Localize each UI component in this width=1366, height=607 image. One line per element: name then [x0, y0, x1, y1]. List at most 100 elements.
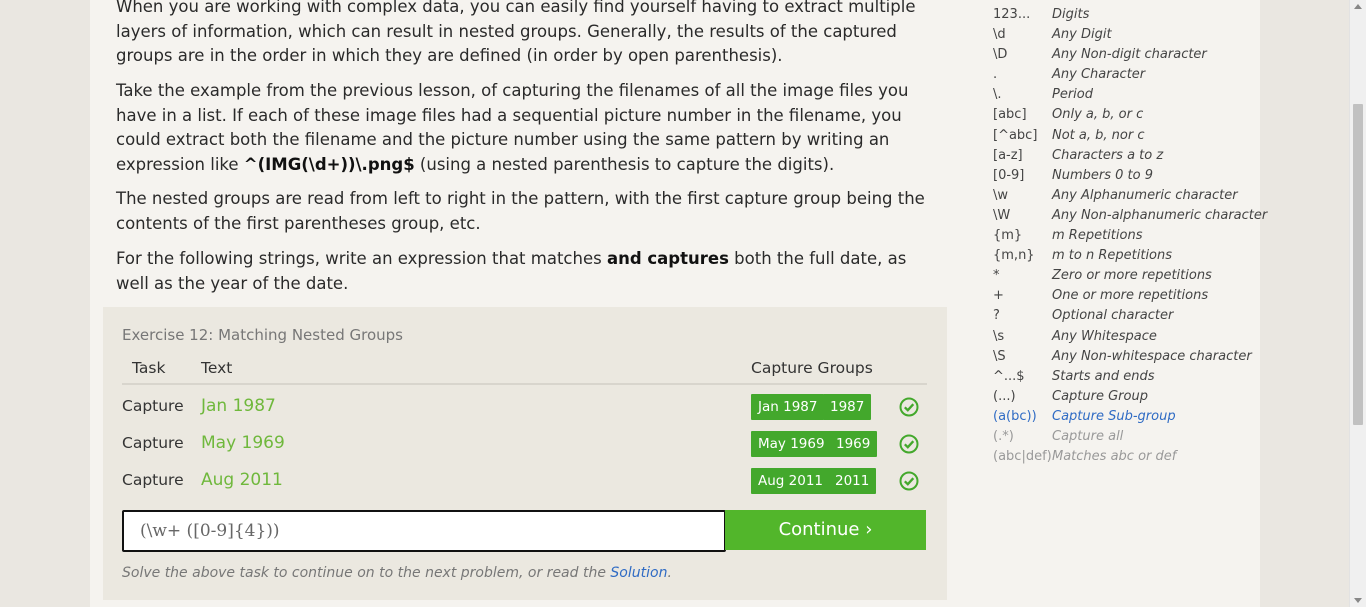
cheat-symbol: \S [993, 348, 1006, 364]
header-capture-groups: Capture Groups [751, 359, 873, 377]
task-text: May 1969 [201, 433, 285, 453]
cheat-symbol: {m,n} [993, 248, 1035, 264]
cheatsheet: 123... Digits \d Any Digit \D Any Non-digit… [993, 5, 1267, 467]
cheat-description: m Repetitions [1052, 228, 1143, 244]
lesson-text: (using a nested parenthesis to capture t… [414, 154, 835, 174]
cheat-description: Numbers 0 to 9 [1052, 167, 1153, 183]
lesson-text: For the following strings, write an expr… [116, 249, 607, 268]
scroll-up-icon[interactable] [1354, 4, 1362, 9]
continue-button[interactable]: Continue › [725, 510, 926, 550]
cheat-symbol: \w [993, 187, 1009, 203]
cheat-symbol: (abc|def) [993, 449, 1052, 465]
cheat-description: Any Whitespace [1052, 328, 1157, 344]
header-task: Task [132, 359, 166, 377]
cheat-symbol: {m} [993, 228, 1023, 244]
emphasis-text: and captures [606, 249, 729, 268]
cheatsheet-row: {m,n} m to n Repetitions [993, 246, 1263, 266]
cheatsheet-row: . Any Character [993, 65, 1263, 85]
cheat-symbol: \. [993, 87, 1002, 103]
lesson-text: When you are working with complex data, … [116, 0, 916, 65]
cheat-description: Matches abc or def [1052, 449, 1177, 465]
cheat-description: Digits [1052, 7, 1090, 22]
cheatsheet-row: {m} m Repetitions [993, 226, 1263, 246]
cheat-description: Any Non-digit character [1052, 47, 1207, 63]
cheat-symbol: ^...$ [993, 368, 1025, 384]
capture-group-badge: 2011 [828, 468, 877, 494]
task-label: Capture [122, 471, 184, 489]
cheat-symbol: \D [993, 47, 1008, 63]
cheat-description: Starts and ends [1052, 368, 1155, 384]
cheat-symbol: [abc] [993, 107, 1027, 123]
cheat-description: Any Non-whitespace character [1052, 348, 1252, 364]
cheatsheet-row: + One or more repetitions [993, 286, 1263, 306]
lesson-paragraph-1: When you are working with complex data, … [116, 0, 936, 69]
hint-text: Solve the above task to continue on to t… [122, 565, 672, 581]
cheat-description: m to n Repetitions [1052, 248, 1173, 264]
solution-link[interactable]: Solution [610, 565, 667, 581]
cheat-description: Period [1052, 87, 1093, 103]
task-row: Capture Jan 1987 Jan 1987 1987 [103, 389, 947, 423]
cheatsheet-row-active: (a(bc)) Capture Sub-group [993, 407, 1263, 427]
task-row: Capture May 1969 May 1969 1969 [103, 426, 947, 460]
capture-group-badge: 1987 [823, 394, 872, 420]
cheatsheet-row: [a-z] Characters a to z [993, 146, 1263, 166]
cheat-symbol: [^abc] [993, 127, 1038, 143]
cheat-symbol: 123... [993, 7, 1031, 22]
regex-input[interactable]: (\w+ ([0-9]{4})) [122, 510, 726, 552]
cheat-symbol: * [993, 268, 1000, 284]
task-text: Aug 2011 [201, 470, 283, 490]
scroll-down-icon[interactable] [1354, 598, 1362, 603]
cheat-description: Any Alphanumeric character [1052, 187, 1238, 203]
cheatsheet-row: (...) Capture Group [993, 387, 1263, 407]
cheat-symbol: (a(bc)) [993, 408, 1037, 424]
task-label: Capture [122, 397, 184, 415]
cheat-symbol: (.*) [993, 428, 1014, 444]
cheat-symbol: (...) [993, 388, 1016, 404]
cheat-description: Not a, b, nor c [1052, 127, 1145, 143]
header-text: Text [201, 359, 233, 377]
code-example: ^(IMG(\d+))\.png$ [243, 154, 415, 174]
lesson-paragraph-3: The nested groups are read from left to … [116, 187, 936, 236]
cheatsheet-row-upcoming: (.*) Capture all [993, 427, 1263, 447]
task-label: Capture [122, 434, 184, 452]
capture-group-badge: Jan 1987 [751, 394, 825, 420]
cheat-description: Any Non-alphanumeric character [1052, 207, 1268, 223]
task-text: Jan 1987 [201, 396, 276, 416]
cheat-description: Capture all [1052, 428, 1124, 444]
cheat-symbol: + [993, 288, 1004, 304]
cheat-description: Only a, b, or c [1052, 107, 1144, 123]
cheatsheet-row: \S Any Non-whitespace character [993, 347, 1263, 367]
cheatsheet-row: * Zero or more repetitions [993, 266, 1263, 286]
cheat-description: Any Digit [1052, 27, 1112, 43]
page-scrollbar[interactable] [1349, 0, 1366, 607]
cheatsheet-row: [0-9] Numbers 0 to 9 [993, 166, 1263, 186]
cheat-description: Optional character [1052, 308, 1174, 324]
check-icon [899, 471, 919, 491]
capture-group-badge: 1969 [829, 431, 878, 457]
cheatsheet-row: 123... Digits [993, 5, 1263, 25]
exercise-panel: Exercise 12: Matching Nested Groups Task… [103, 307, 947, 600]
cheatsheet-row: [^abc] Not a, b, nor c [993, 126, 1263, 146]
cheat-symbol: ? [993, 308, 1000, 324]
cheatsheet-row: ? Optional character [993, 306, 1263, 326]
task-row: Capture Aug 2011 Aug 2011 2011 [103, 463, 947, 497]
cheat-description: Zero or more repetitions [1052, 268, 1212, 284]
exercise-title: Exercise 12: Matching Nested Groups [122, 326, 403, 344]
hint-suffix: . [667, 565, 672, 581]
cheat-description: Any Character [1052, 67, 1146, 83]
cheatsheet-row: ^...$ Starts and ends [993, 367, 1263, 387]
lesson-paragraph-4: For the following strings, write an expr… [116, 247, 936, 296]
cheat-description: Capture Group [1052, 388, 1148, 404]
check-icon [899, 434, 919, 454]
cheat-description: Characters a to z [1052, 147, 1164, 163]
cheat-symbol: [a-z] [993, 147, 1023, 163]
cheat-description: Capture Sub-group [1052, 408, 1176, 424]
cheat-symbol: [0-9] [993, 167, 1025, 183]
cheat-symbol: \d [993, 27, 1006, 43]
cheatsheet-row: \w Any Alphanumeric character [993, 186, 1263, 206]
scrollbar-thumb[interactable] [1353, 104, 1363, 425]
cheat-symbol: \s [993, 328, 1005, 344]
cheatsheet-row: \. Period [993, 85, 1263, 105]
cheatsheet-row-upcoming: (abc|def) Matches abc or def [993, 447, 1263, 467]
cheatsheet-row: [abc] Only a, b, or c [993, 105, 1263, 125]
